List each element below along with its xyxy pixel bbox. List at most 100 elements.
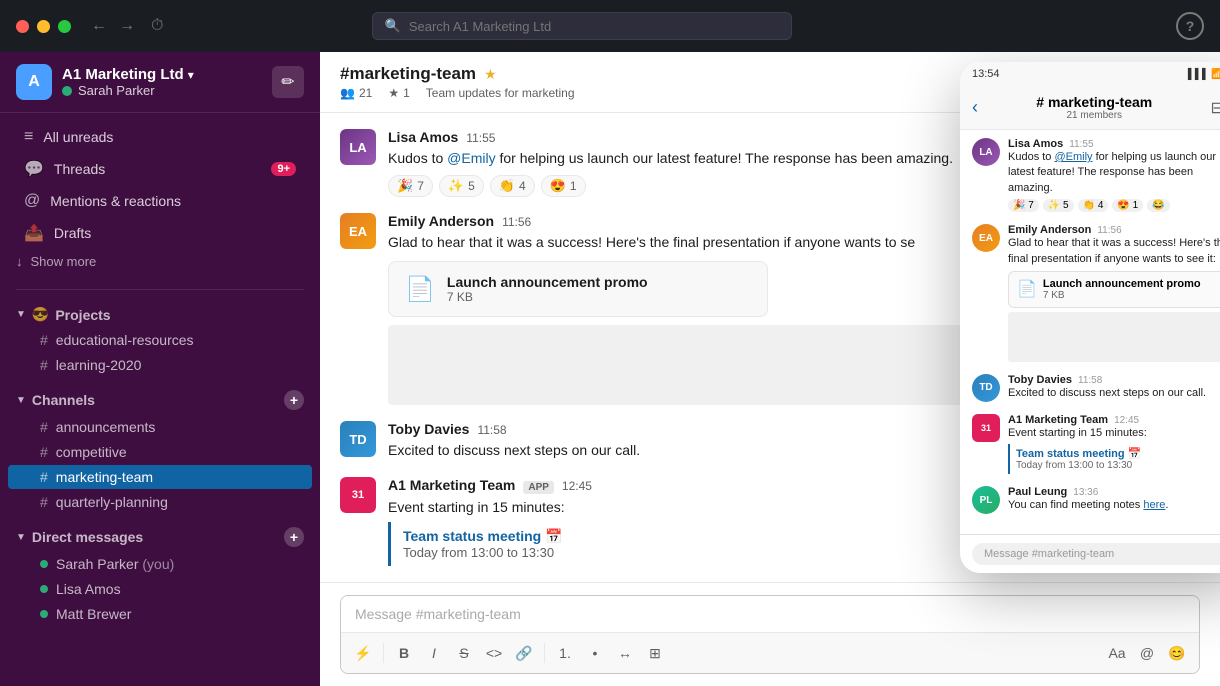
phone-back-button[interactable]: ‹ (972, 97, 978, 118)
back-arrow[interactable]: ← (91, 17, 107, 35)
link-button[interactable]: 🔗 (510, 639, 538, 667)
phone-msg-author: A1 Marketing Team (1008, 414, 1108, 426)
mention-button[interactable]: @ (1133, 639, 1161, 667)
show-more-icon: ↓ (16, 254, 23, 269)
add-channel-button[interactable]: + (284, 390, 304, 410)
message-time: 11:55 (466, 131, 495, 145)
sidebar-item-mentions[interactable]: @ Mentions & reactions (8, 186, 312, 216)
phone-message-row: 31 A1 Marketing Team 12:45 Event startin… (972, 414, 1220, 474)
phone-avatar: LA (972, 138, 1000, 166)
dm-name: Lisa Amos (56, 581, 121, 597)
channel-name: educational-resources (56, 332, 194, 348)
phone-msg-time: 11:56 (1097, 225, 1121, 236)
text-style-button[interactable]: Aa (1103, 639, 1131, 667)
channel-item-competitive[interactable]: # competitive (8, 440, 312, 464)
phone-msg-author: Emily Anderson (1008, 224, 1091, 236)
phone-channel-info: # marketing-team 21 members (986, 94, 1203, 121)
dm-item-lisa[interactable]: Lisa Amos (8, 577, 312, 601)
channel-star-icon[interactable]: ★ (484, 66, 497, 83)
reaction-item[interactable]: 😍 1 (541, 175, 586, 197)
phone-reaction[interactable]: 👏 4 (1078, 199, 1109, 212)
close-button[interactable] (16, 20, 29, 33)
reaction-item[interactable]: 🎉 7 (388, 175, 433, 197)
format-lightning-button[interactable]: ⚡ (349, 639, 377, 667)
channel-item-learning-2020[interactable]: # learning-2020 (8, 353, 312, 377)
reaction-item[interactable]: 👏 4 (490, 175, 535, 197)
show-more-button[interactable]: ↓ Show more (0, 250, 320, 273)
code-button[interactable]: <> (480, 639, 508, 667)
workspace-name-area: A1 Marketing Ltd ▾ Sarah Parker (62, 66, 194, 98)
member-count: 👥 21 (340, 86, 372, 100)
star-count: ★ 1 (388, 86, 409, 100)
phone-msg-content: Emily Anderson 11:56 Glad to hear that i… (1008, 224, 1220, 362)
phone-reaction[interactable]: ✨ 5 (1043, 199, 1074, 212)
table-button[interactable]: ⊞ (641, 639, 669, 667)
phone-reaction[interactable]: 😍 1 (1112, 199, 1143, 212)
forward-arrow[interactable]: → (119, 17, 135, 35)
phone-meeting-link[interactable]: here (1143, 499, 1165, 511)
phone-search-icon[interactable]: ⊟ (1211, 98, 1220, 118)
phone-msg-content: Toby Davies 11:58 Excited to discuss nex… (1008, 374, 1220, 402)
phone-message-row: TD Toby Davies 11:58 Excited to discuss … (972, 374, 1220, 402)
dm-item-sarah[interactable]: Sarah Parker (you) (8, 552, 312, 576)
workspace-info: A A1 Marketing Ltd ▾ Sarah Parker (16, 64, 194, 100)
strikethrough-button[interactable]: S (450, 639, 478, 667)
sidebar: A A1 Marketing Ltd ▾ Sarah Parker ✏ ≡ Al… (0, 52, 320, 686)
phone-icons: ⊟ ℹ (1211, 98, 1220, 118)
phone-event-block: Team status meeting 📅 Today from 13:00 t… (1008, 444, 1220, 474)
online-status-dot (40, 610, 48, 618)
global-search-bar[interactable]: 🔍 (372, 12, 792, 40)
phone-msg-header: Paul Leung 13:36 (1008, 486, 1220, 498)
drafts-icon: 📤 (24, 223, 44, 243)
channel-meta: 👥 21 ★ 1 Team updates for marketing (340, 86, 575, 100)
avatar: TD (340, 421, 376, 457)
phone-messages[interactable]: LA Lisa Amos 11:55 Kudos to @Emily for h… (960, 130, 1220, 534)
sidebar-item-all-unreads[interactable]: ≡ All unreads (8, 122, 312, 152)
channel-item-educational-resources[interactable]: # educational-resources (8, 328, 312, 352)
avatar-image: TD (340, 421, 376, 457)
phone-reaction[interactable]: 😂 (1147, 199, 1169, 212)
sidebar-item-threads[interactable]: 💬 Threads 9+ (8, 153, 312, 185)
add-dm-button[interactable]: + (284, 527, 304, 547)
phone-file-icon: 📄 (1017, 279, 1037, 299)
blockquote-button[interactable]: ↔ (611, 639, 639, 667)
phone-msg-text: Kudos to @Emily for helping us launch ou… (1008, 150, 1220, 196)
message-input[interactable] (341, 596, 1199, 632)
projects-label: Projects (55, 307, 110, 323)
minimize-button[interactable] (37, 20, 50, 33)
file-attachment[interactable]: 📄 Launch announcement promo 7 KB (388, 261, 768, 317)
phone-msg-content: Lisa Amos 11:55 Kudos to @Emily for help… (1008, 138, 1220, 212)
hash-icon: # (40, 419, 48, 435)
compose-button[interactable]: ✏ (272, 66, 304, 98)
channel-item-announcements[interactable]: # announcements (8, 415, 312, 439)
maximize-button[interactable] (58, 20, 71, 33)
help-button[interactable]: ? (1176, 12, 1204, 40)
phone-msg-time: 12:45 (1114, 415, 1139, 426)
search-input[interactable] (409, 19, 779, 34)
unordered-list-button[interactable]: • (581, 639, 609, 667)
phone-file-name: Launch announcement promo (1043, 278, 1201, 290)
projects-header[interactable]: ▼ 😎 Projects (0, 302, 320, 327)
phone-file-attachment[interactable]: 📄 Launch announcement promo 7 KB (1008, 271, 1220, 308)
channels-header[interactable]: ▼ Channels + (0, 386, 320, 414)
phone-msg-text: Glad to hear that it was a success! Here… (1008, 236, 1220, 267)
avatar: 31 (340, 477, 376, 513)
message-time: 12:45 (562, 479, 592, 493)
bold-button[interactable]: B (390, 639, 418, 667)
sidebar-item-drafts[interactable]: 📤 Drafts (8, 217, 312, 249)
reaction-item[interactable]: ✨ 5 (439, 175, 484, 197)
italic-button[interactable]: I (420, 639, 448, 667)
hash-icon: # (40, 357, 48, 373)
phone-message-input[interactable]: Message #marketing-team (972, 543, 1220, 565)
channel-item-quarterly-planning[interactable]: # quarterly-planning (8, 490, 312, 514)
emoji-button[interactable]: 😊 (1163, 639, 1191, 667)
threads-badge: 9+ (271, 162, 296, 176)
input-toolbar: ⚡ B I S <> 🔗 1. • ↔ ⊞ Aa (341, 632, 1199, 673)
history-icon[interactable]: ⏱ (151, 17, 163, 35)
dm-header[interactable]: ▼ Direct messages + (0, 523, 320, 551)
ordered-list-button[interactable]: 1. (551, 639, 579, 667)
channel-item-marketing-team[interactable]: # marketing-team (8, 465, 312, 489)
phone-reaction[interactable]: 🎉 7 (1008, 199, 1039, 212)
phone-file-size: 7 KB (1043, 290, 1201, 301)
dm-item-matt[interactable]: Matt Brewer (8, 602, 312, 626)
